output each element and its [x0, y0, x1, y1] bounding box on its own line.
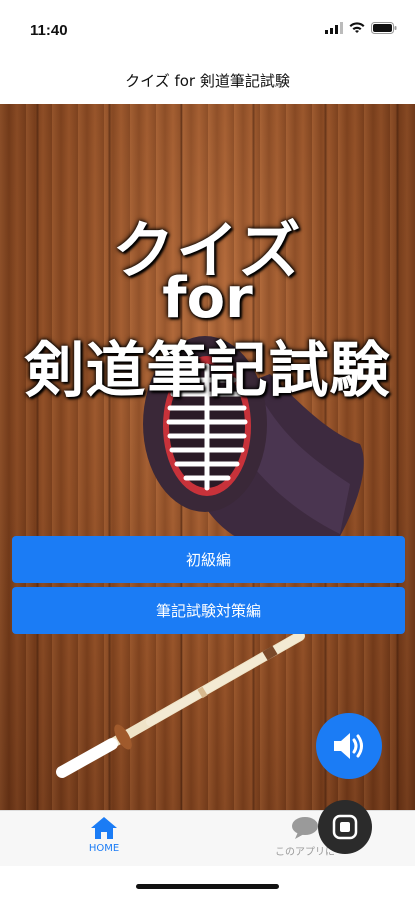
main-content: クイズ for 剣道筆記試験 初級編 筆記試験対策編 [0, 104, 415, 810]
shinai [56, 631, 305, 778]
wifi-icon [349, 22, 365, 33]
nav-bar: クイズ for 剣道筆記試験 [0, 56, 415, 104]
status-time: 11:40 [30, 22, 68, 39]
tab-home[interactable]: HOME [34, 815, 174, 854]
battery-icon [371, 22, 397, 34]
home-indicator [136, 884, 279, 889]
sound-button[interactable] [316, 713, 382, 779]
chat-bubble-icon [292, 817, 318, 839]
tab-home-label: HOME [88, 843, 120, 854]
hero-title-line3: 剣道筆記試験 [24, 336, 391, 406]
speaker-icon [334, 733, 363, 759]
signal-icon [325, 22, 343, 34]
status-icons [325, 22, 397, 34]
status-bar: 11:40 [0, 0, 415, 56]
written-exam-button[interactable]: 筆記試験対策編 [12, 587, 405, 634]
beginner-button[interactable]: 初級編 [12, 536, 405, 583]
stop-icon [332, 814, 358, 840]
page-title: クイズ for 剣道筆記試験 [125, 71, 290, 90]
home-icon [91, 817, 117, 839]
floating-stop-button[interactable] [318, 800, 372, 854]
